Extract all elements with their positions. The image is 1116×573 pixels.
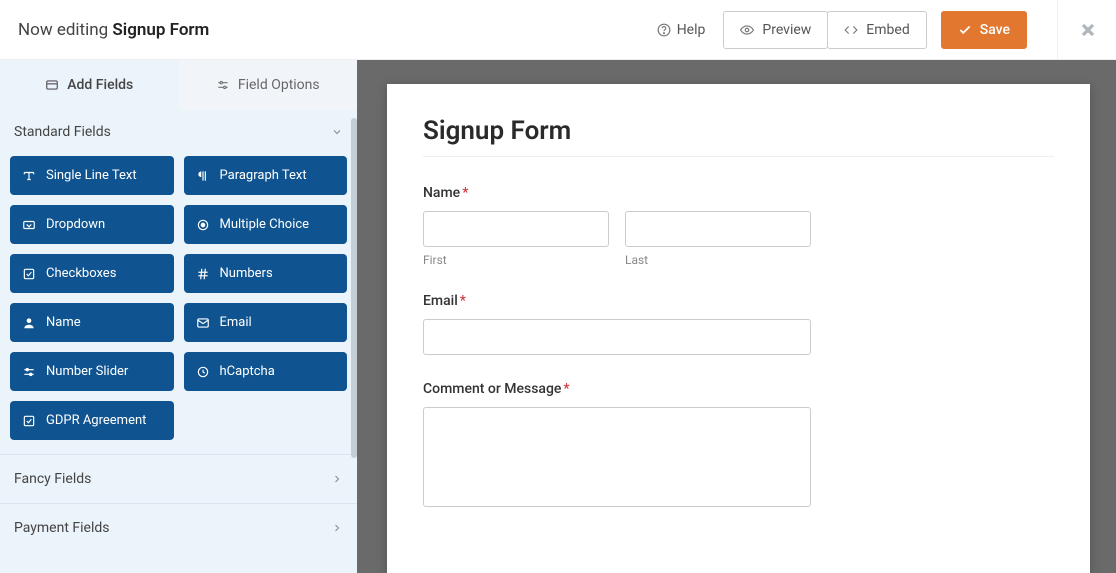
hash-icon [196,267,210,281]
field-pill-dropdown[interactable]: Dropdown [10,205,174,244]
section-fancy-fields[interactable]: Fancy Fields [0,454,357,503]
field-pill-label: Dropdown [46,217,105,232]
last-sublabel: Last [625,253,811,267]
section-payment-fields[interactable]: Payment Fields [0,503,357,552]
field-label-comment: Comment or Message* [423,381,1054,397]
field-name[interactable]: Name* First Last [423,185,1054,267]
title-divider [423,156,1054,157]
check-icon [958,23,972,37]
form-icon [45,78,59,92]
sliders-icon [216,78,230,92]
sidebar: Add Fields Field Options Standard Fields… [0,60,357,573]
field-pill-email[interactable]: Email [184,303,348,342]
close-button[interactable] [1057,0,1098,60]
save-button[interactable]: Save [941,11,1027,49]
chevron-right-icon [331,473,343,485]
editing-prefix: Now editing [18,20,112,40]
field-pill-label: Number Slider [46,364,128,379]
field-pill-label: Numbers [220,266,273,281]
field-pill-label: Email [220,315,252,330]
preview-button[interactable]: Preview [723,11,828,49]
dropdown-icon [22,218,36,232]
captcha-icon [196,365,210,379]
scrollbar-thumb[interactable] [351,118,357,458]
field-pill-label: Single Line Text [46,168,137,183]
slider-icon [22,365,36,379]
radio-icon [196,218,210,232]
field-pill-paragraph-text[interactable]: Paragraph Text [184,156,348,195]
field-comment[interactable]: Comment or Message* [423,381,1054,511]
required-marker: * [462,185,468,201]
field-pill-label: GDPR Agreement [46,413,146,428]
field-email[interactable]: Email* [423,293,1054,355]
field-pill-label: Multiple Choice [220,217,310,232]
button-group: Preview Embed [723,11,926,49]
last-name-input[interactable] [625,211,811,247]
check-icon [22,414,36,428]
field-pill-label: Name [46,315,81,330]
help-link[interactable]: Help [657,22,706,38]
form-title: Signup Form [423,116,1054,146]
field-pill-number-slider[interactable]: Number Slider [10,352,174,391]
tab-add-fields[interactable]: Add Fields [0,60,179,110]
checkbox-icon [22,267,36,281]
chevron-down-icon [331,126,343,138]
email-input[interactable] [423,319,811,355]
tab-field-options[interactable]: Field Options [179,60,358,110]
field-pill-name[interactable]: Name [10,303,174,342]
topbar: Now editing Signup Form Help Preview Emb… [0,0,1116,60]
required-marker: * [563,381,569,397]
section-standard-fields[interactable]: Standard Fields [0,110,357,150]
field-pill-hcaptcha[interactable]: hCaptcha [184,352,348,391]
user-icon [22,316,36,330]
form-name-title: Signup Form [112,20,209,40]
first-name-input[interactable] [423,211,609,247]
field-pill-multiple-choice[interactable]: Multiple Choice [184,205,348,244]
paragraph-icon [196,169,210,183]
field-label-email: Email* [423,293,1054,309]
code-icon [844,23,858,37]
required-marker: * [460,293,466,309]
chevron-right-icon [331,522,343,534]
canvas: Signup Form Name* First Last [357,60,1116,573]
form-preview[interactable]: Signup Form Name* First Last [387,84,1090,573]
mail-icon [196,316,210,330]
comment-textarea[interactable] [423,407,811,507]
sidebar-tabs: Add Fields Field Options [0,60,357,110]
eye-icon [740,23,754,37]
field-label-name: Name* [423,185,1054,201]
fields-grid: Single Line Text Paragraph Text Dropdown Mu… [0,150,357,454]
field-pill-gdpr[interactable]: GDPR Agreement [10,401,174,440]
field-pill-checkboxes[interactable]: Checkboxes [10,254,174,293]
field-pill-numbers[interactable]: Numbers [184,254,348,293]
field-pill-single-line-text[interactable]: Single Line Text [10,156,174,195]
field-pill-label: Checkboxes [46,266,116,281]
field-pill-label: hCaptcha [220,364,275,379]
first-sublabel: First [423,253,609,267]
help-icon [657,23,671,37]
field-pill-label: Paragraph Text [220,168,307,183]
text-icon [22,169,36,183]
close-icon [1078,20,1098,40]
embed-button[interactable]: Embed [827,11,926,49]
editing-label: Now editing Signup Form [18,20,209,40]
